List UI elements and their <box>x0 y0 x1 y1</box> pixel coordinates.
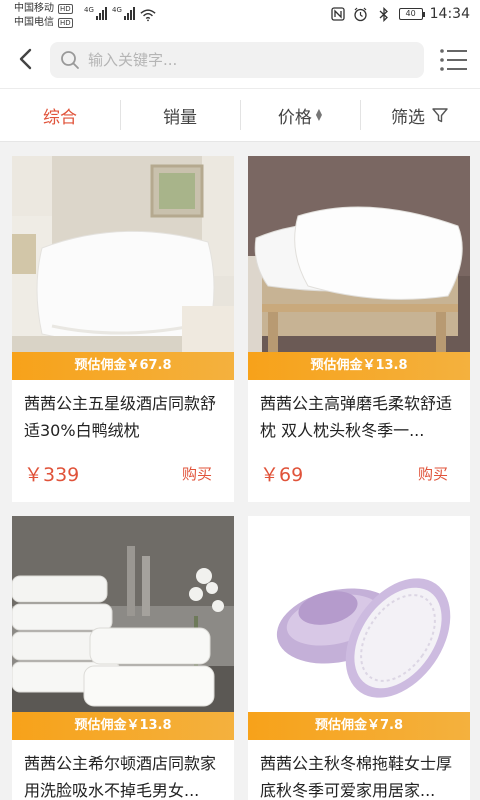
filter-tab-label: 综合 <box>43 107 77 128</box>
product-image-pillows-chair <box>248 156 470 352</box>
product-card[interactable]: 预估佣金￥13.8 茜茜公主高弹磨毛柔软舒适枕 双人枕头秋冬季一... ￥69 … <box>248 156 470 502</box>
product-title: 茜茜公主五星级酒店同款舒适30%白鸭绒枕 <box>24 394 217 440</box>
product-title: 茜茜公主高弹磨毛柔软舒适枕 双人枕头秋冬季一... <box>260 394 453 440</box>
carrier-2-name: 中国电信 <box>14 17 54 28</box>
filter-tab-label: 销量 <box>163 107 197 128</box>
filter-tab-comprehensive[interactable]: 综合 <box>0 88 120 142</box>
product-image-pillow <box>12 156 234 352</box>
back-arrow-icon <box>19 48 32 70</box>
filter-tab-sales[interactable]: 销量 <box>120 88 240 142</box>
search-header <box>0 32 480 88</box>
menu-button[interactable] <box>438 46 470 74</box>
buy-button[interactable]: 购买 <box>182 463 212 484</box>
product-card[interactable]: 预估佣金￥13.8 茜茜公主希尔顿酒店同款家用洗脸吸水不掉毛男女... <box>12 516 234 800</box>
buy-button[interactable]: 购买 <box>418 463 448 484</box>
commission-badge: 预估佣金￥7.8 <box>248 712 470 740</box>
list-menu-icon <box>440 49 467 71</box>
product-price: ￥69 <box>260 464 304 486</box>
hd-badge: HD <box>58 18 73 28</box>
filter-tab-price[interactable]: 价格 ▲ ▼ <box>240 88 360 142</box>
alarm-icon <box>353 6 369 22</box>
product-title: 茜茜公主秋冬棉拖鞋女士厚底秋冬季可爱家用居家... <box>260 754 453 800</box>
back-button[interactable] <box>10 44 40 74</box>
search-box[interactable] <box>50 42 424 78</box>
filter-tab-label: 价格 <box>277 107 312 128</box>
status-bar: 中国移动 HD 中国电信 HD 4G 4G 40 14:34 <box>0 0 480 32</box>
hd-badge: HD <box>58 4 73 14</box>
funnel-icon <box>432 108 448 123</box>
filter-tab-filter[interactable]: 筛选 <box>360 88 480 142</box>
product-image-towels <box>12 516 234 712</box>
commission-badge: 预估佣金￥13.8 <box>248 352 470 380</box>
signal-icon: 4G <box>84 6 107 20</box>
carrier-2: 中国电信 HD <box>14 17 73 29</box>
battery-icon: 40 <box>398 8 425 20</box>
search-input[interactable] <box>88 51 408 69</box>
product-image-slippers <box>248 516 470 712</box>
product-title: 茜茜公主希尔顿酒店同款家用洗脸吸水不掉毛男女... <box>24 754 217 800</box>
clock: 14:34 <box>429 6 470 22</box>
product-price: ￥339 <box>24 464 80 486</box>
product-grid: 预估佣金￥67.8 茜茜公主五星级酒店同款舒适30%白鸭绒枕 ￥339 购买 预… <box>0 142 480 800</box>
filter-tab-label: 筛选 <box>391 107 425 128</box>
network-type: 4G <box>112 6 122 14</box>
network-type: 4G <box>84 6 94 14</box>
search-icon <box>61 51 79 69</box>
commission-badge: 预估佣金￥13.8 <box>12 712 234 740</box>
commission-badge: 预估佣金￥67.8 <box>12 352 234 380</box>
sort-arrows-icon: ▲ ▼ <box>315 107 323 122</box>
status-right: 40 14:34 <box>330 6 470 22</box>
product-card[interactable]: 预估佣金￥67.8 茜茜公主五星级酒店同款舒适30%白鸭绒枕 ￥339 购买 <box>12 156 234 502</box>
carrier-1-name: 中国移动 <box>14 3 54 14</box>
nfc-icon <box>330 6 346 22</box>
carrier-1: 中国移动 HD <box>14 3 73 15</box>
signal-icon: 4G <box>112 6 135 20</box>
bluetooth-icon <box>376 6 392 22</box>
filter-bar: 综合 销量 价格 ▲ ▼ 筛选 <box>0 88 480 142</box>
product-card[interactable]: 预估佣金￥7.8 茜茜公主秋冬棉拖鞋女士厚底秋冬季可爱家用居家... <box>248 516 470 800</box>
wifi-icon <box>140 7 156 23</box>
